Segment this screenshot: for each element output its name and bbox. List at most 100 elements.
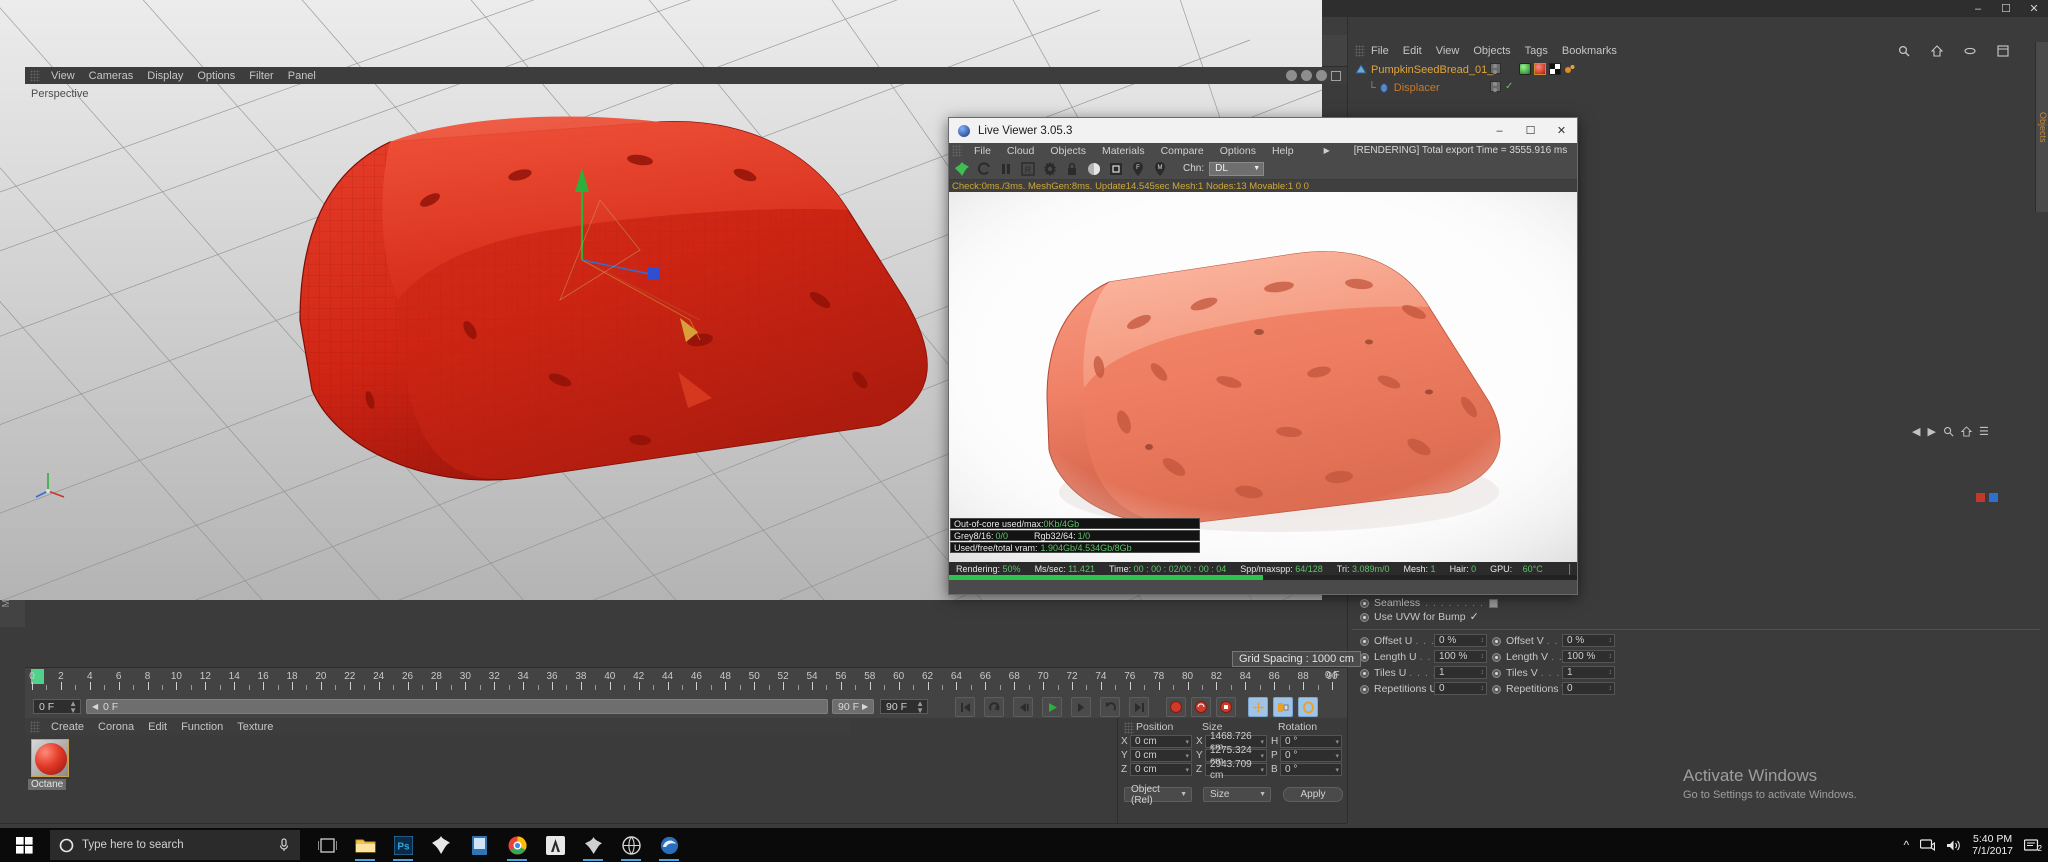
preview-range-end[interactable]: 90 F ▶ xyxy=(832,699,874,714)
length-u-field[interactable]: 100 % ↕ xyxy=(1434,650,1487,663)
position-y-field[interactable]: 0 cm ▾ xyxy=(1130,749,1192,762)
edge-icon[interactable] xyxy=(650,828,688,862)
object-menu-bookmarks[interactable]: Bookmarks xyxy=(1555,45,1624,57)
minimize-button[interactable]: – xyxy=(1964,0,1992,17)
step-forward-icon[interactable] xyxy=(1071,697,1091,717)
object-visibility-dots-row1[interactable] xyxy=(1490,63,1501,74)
displacer-enabled-check-icon[interactable]: ✓ xyxy=(1505,81,1513,92)
lv-menu-options[interactable]: Options xyxy=(1212,145,1264,157)
picture-frame-icon[interactable] xyxy=(1107,160,1125,178)
show-hidden-icons-icon[interactable]: ^ xyxy=(1903,838,1909,852)
object-menu-view[interactable]: View xyxy=(1429,45,1467,57)
use-uvw-checkbox[interactable]: ✓ xyxy=(1470,612,1479,623)
lv-menu-cloud[interactable]: Cloud xyxy=(999,145,1042,157)
uvw-tag-icon[interactable] xyxy=(1549,63,1561,75)
offset-v-field[interactable]: 0 % ↕ xyxy=(1562,634,1615,647)
object-row-pumpkinseedbread[interactable]: PumpkinSeedBread_01_ xyxy=(1355,62,1493,77)
live-viewer-minimize-button[interactable]: – xyxy=(1484,118,1515,143)
layer-chip-red[interactable] xyxy=(1976,493,1985,502)
viewport-menu-options[interactable]: Options xyxy=(190,70,242,82)
object-row-displacer[interactable]: └ Displacer xyxy=(1368,80,1440,95)
length-v-field[interactable]: 100 % ↕ xyxy=(1562,650,1615,663)
object-menu-edit[interactable]: Edit xyxy=(1396,45,1429,57)
viewport-menu-grip[interactable] xyxy=(30,69,40,82)
frame-start-field[interactable]: 0 F ▲ ▼ xyxy=(33,699,81,714)
lv-menu-compare[interactable]: Compare xyxy=(1153,145,1212,157)
offset-u-field[interactable]: 0 % ↕ xyxy=(1434,634,1487,647)
cinema4d-icon[interactable] xyxy=(422,828,460,862)
material-menu-create[interactable]: Create xyxy=(44,721,91,733)
material-menu-grip[interactable] xyxy=(30,720,40,733)
octane-object-tag-icon[interactable] xyxy=(1519,63,1531,75)
list-icon[interactable] xyxy=(1990,44,2016,57)
status-resize-grip[interactable]: │ xyxy=(1567,564,1577,574)
keyframe-selection-icon[interactable] xyxy=(1216,697,1236,717)
apply-button[interactable]: Apply xyxy=(1283,787,1343,802)
start-render-icon[interactable] xyxy=(953,160,971,178)
after-effects-icon[interactable] xyxy=(536,828,574,862)
coordinates-grip[interactable] xyxy=(1124,722,1134,734)
go-to-end-icon[interactable] xyxy=(1129,697,1149,717)
object-visibility-dots-row2[interactable]: ✓ xyxy=(1490,81,1513,92)
corona-tag-icon[interactable] xyxy=(1564,63,1576,75)
coordinate-mode-dropdown[interactable]: Object (Rel) ▼ xyxy=(1124,784,1192,806)
search-input[interactable]: Type here to search xyxy=(50,830,300,860)
photoshop-icon[interactable]: Ps xyxy=(384,828,422,862)
volume-icon[interactable] xyxy=(1946,839,1961,852)
maximize-button[interactable]: ☐ xyxy=(1992,0,2020,17)
live-viewer-render-canvas[interactable]: Out-of-core used/max: 0Kb/4Gb Grey8/16: … xyxy=(949,192,1577,562)
region-render-icon[interactable]: R xyxy=(1019,160,1037,178)
position-key-icon[interactable] xyxy=(1248,697,1268,717)
visibility-dots-1[interactable] xyxy=(1490,63,1499,74)
attr-seamless-row[interactable]: Seamless . . . . . . . . xyxy=(1360,596,1498,610)
record-icon[interactable] xyxy=(1166,697,1186,717)
live-viewer-close-button[interactable]: ✕ xyxy=(1546,118,1577,143)
lv-menu-file[interactable]: File xyxy=(966,145,999,157)
start-button-icon[interactable] xyxy=(0,828,48,862)
live-viewer-maximize-button[interactable]: ☐ xyxy=(1515,118,1546,143)
attribute-home-icon[interactable] xyxy=(1960,426,1972,437)
attribute-filter-icon[interactable]: ☰ xyxy=(1979,425,1989,438)
attr-use-uvw-row[interactable]: Use UVW for Bump ✓ xyxy=(1360,610,1479,624)
lock-icon[interactable] xyxy=(1063,160,1081,178)
repetitions-v-field[interactable]: 0 ↕ xyxy=(1562,682,1615,695)
size-z-field[interactable]: 2943.709 cm ▾ xyxy=(1205,759,1267,781)
lv-menu-help[interactable]: Help xyxy=(1264,145,1302,157)
seamless-checkbox[interactable] xyxy=(1488,598,1498,608)
visibility-dots-2[interactable] xyxy=(1490,81,1499,92)
viewport-menu-panel[interactable]: Panel xyxy=(281,70,323,82)
autokey-icon[interactable] xyxy=(1191,697,1211,717)
store-icon[interactable] xyxy=(460,828,498,862)
channel-dropdown[interactable]: DL ▼ xyxy=(1209,161,1265,176)
rotation-b-field[interactable]: 0 ° ▾ xyxy=(1280,763,1342,776)
material-ball-icon[interactable] xyxy=(1085,160,1103,178)
octane-icon[interactable] xyxy=(574,828,612,862)
clock[interactable]: 5:40 PM 7/1/2017 xyxy=(1972,833,2013,857)
tiles-v-field[interactable]: 1 ↕ xyxy=(1562,666,1615,679)
lv-menu-materials[interactable]: Materials xyxy=(1094,145,1153,157)
viewport-nav-pan-icon[interactable] xyxy=(1286,70,1297,81)
material-menu-corona[interactable]: Corona xyxy=(91,721,141,733)
play-backward-icon[interactable] xyxy=(1013,697,1033,717)
task-view-icon[interactable] xyxy=(308,828,346,862)
material-menu-edit[interactable]: Edit xyxy=(141,721,174,733)
viewport-nav-zoom-icon[interactable] xyxy=(1301,70,1312,81)
live-viewer-window[interactable]: Live Viewer 3.05.3 – ☐ ✕ File Cloud Obje… xyxy=(948,117,1578,595)
pin-material-icon[interactable]: M xyxy=(1151,160,1169,178)
forward-arrow-icon[interactable]: ▶ xyxy=(1927,425,1935,438)
go-to-start-icon[interactable] xyxy=(955,697,975,717)
repetitions-u-field[interactable]: 0 ↕ xyxy=(1434,682,1487,695)
material-menu-texture[interactable]: Texture xyxy=(230,721,280,733)
step-back-icon[interactable] xyxy=(1100,697,1120,717)
viewport-menu-filter[interactable]: Filter xyxy=(242,70,280,82)
material-swatch[interactable] xyxy=(31,739,69,777)
attribute-search-icon[interactable] xyxy=(1943,426,1954,437)
position-x-field[interactable]: 0 cm ▾ xyxy=(1130,735,1192,748)
viewport-menu-cameras[interactable]: Cameras xyxy=(82,70,141,82)
notifications-icon[interactable]: 2 xyxy=(2024,838,2042,853)
lv-menu-objects[interactable]: Objects xyxy=(1042,145,1094,157)
preview-range-start[interactable]: ◀ 0 F xyxy=(86,699,828,714)
object-menu-objects[interactable]: Objects xyxy=(1466,45,1517,57)
rotation-p-field[interactable]: 0 ° ▾ xyxy=(1280,749,1342,762)
frame-end-field[interactable]: 90 F ▲ ▼ xyxy=(880,699,928,714)
